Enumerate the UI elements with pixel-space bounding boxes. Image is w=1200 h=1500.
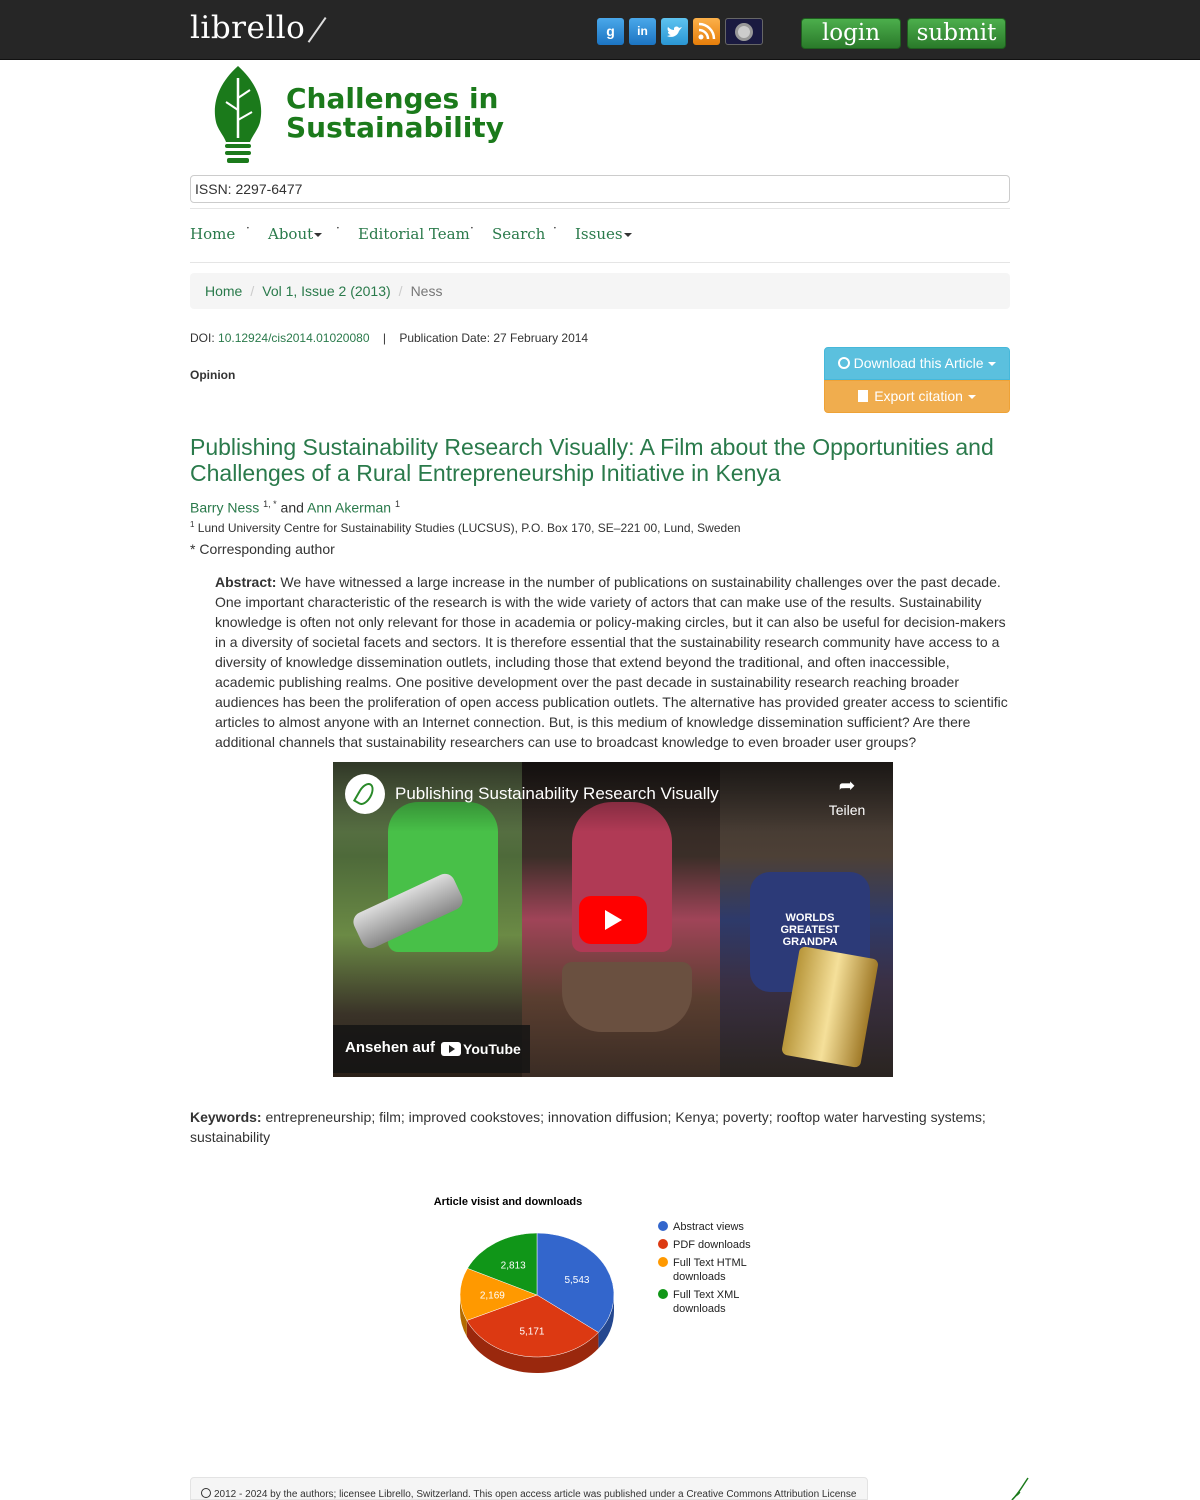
breadcrumb-home[interactable]: Home <box>205 283 242 299</box>
nav-search[interactable]: Search <box>492 225 545 243</box>
abstract: Abstract: We have witnessed a large incr… <box>215 572 1010 752</box>
nav-home[interactable]: Home <box>190 225 235 243</box>
channel-avatar[interactable] <box>345 774 385 814</box>
author-superscript: 1, * <box>263 499 277 509</box>
watch-on-youtube-button[interactable]: Ansehen auf YouTube <box>333 1025 530 1073</box>
play-icon <box>605 910 622 930</box>
breadcrumb-separator: / <box>398 283 403 299</box>
nav-editorial-team[interactable]: Editorial Team <box>358 225 470 243</box>
video-figure <box>562 962 692 1032</box>
pie-value-label: 2,813 <box>501 1261 526 1272</box>
rss-icon[interactable] <box>693 18 720 45</box>
share-label: Teilen <box>828 802 866 818</box>
keywords: Keywords: entrepreneurship; film; improv… <box>190 1107 1010 1147</box>
pie-value-label: 5,171 <box>519 1327 544 1338</box>
download-article-button[interactable]: Download this Article <box>824 347 1010 380</box>
license-footer: 2012 - 2024 by the authors; licensee Lib… <box>190 1477 868 1500</box>
caret-down-icon <box>967 395 976 400</box>
play-button[interactable] <box>579 896 647 944</box>
chart-title: Article visist and downloads <box>434 1196 583 1208</box>
login-button[interactable]: login <box>801 18 901 49</box>
nav-separator: · <box>553 221 557 235</box>
abstract-text: We have witnessed a large increase in th… <box>215 574 1008 750</box>
breadcrumb-separator: / <box>250 283 255 299</box>
author-link[interactable]: Ann Akerman <box>307 500 391 516</box>
caret-down-icon <box>623 233 632 237</box>
legend-label: PDF downloads <box>673 1239 751 1251</box>
affiliation-superscript: 1 <box>190 520 195 529</box>
legend-label: Full Text XML <box>673 1289 739 1301</box>
youtube-logo-icon: YouTube <box>441 1041 521 1057</box>
download-icon <box>837 357 850 369</box>
share-icon: ➦ <box>838 775 856 797</box>
copyright-icon <box>201 1488 211 1498</box>
legend-marker <box>658 1239 668 1249</box>
abstract-label: Abstract: <box>215 574 277 590</box>
linkedin-icon[interactable]: in <box>629 18 656 45</box>
doi-label: DOI: <box>190 331 215 345</box>
authors: Barry Ness 1, * and Ann Akerman 1 <box>190 499 400 516</box>
youtube-embed[interactable]: WORLDS GREATEST GRANDPA Publishing Susta… <box>333 762 893 1077</box>
submit-button[interactable]: submit <box>907 18 1006 49</box>
legend-label: downloads <box>673 1303 726 1315</box>
export-citation-button[interactable]: Export citation <box>824 380 1010 413</box>
nav-separator: · <box>246 221 250 235</box>
author-superscript: 1 <box>394 499 400 509</box>
divider <box>190 208 1010 209</box>
nav-separator: · <box>336 221 340 235</box>
publication-date: Publication Date: 27 February 2014 <box>399 331 589 345</box>
legend-label: Abstract views <box>673 1221 744 1233</box>
doi-separator: | <box>382 331 386 345</box>
legend-marker <box>658 1289 668 1299</box>
article-type: Opinion <box>190 368 236 382</box>
nav-separator: · <box>470 221 474 235</box>
leaf-icon <box>1011 1477 1029 1500</box>
legend-marker <box>658 1257 668 1267</box>
pie-chart: Article visist and downloads 5,543 5,171 2,… <box>434 1196 751 1373</box>
twitter-icon[interactable] <box>661 18 688 45</box>
archive-icon[interactable] <box>725 18 763 45</box>
video-title[interactable]: Publishing Sustainability Research Visua… <box>395 784 719 804</box>
doi-line: DOI: 10.12924/cis2014.01020080 | Publica… <box>190 331 588 345</box>
corresponding-author-note: * Corresponding author <box>190 541 335 557</box>
breadcrumb: Home / Vol 1, Issue 2 (2013) / Ness <box>190 273 1010 309</box>
breadcrumb-current: Ness <box>410 283 443 299</box>
authors-and: and <box>280 499 304 516</box>
top-bar: librello g in login submit <box>0 0 1200 60</box>
legend-label: Full Text HTML <box>673 1257 747 1269</box>
google-icon[interactable]: g <box>597 18 624 45</box>
shirt-text: WORLDS GREATEST GRANDPA <box>780 912 840 948</box>
nav-about[interactable]: About <box>268 225 323 243</box>
author-link[interactable]: Barry Ness <box>190 500 259 516</box>
lightbulb-leaf-logo[interactable] <box>210 64 266 166</box>
keywords-text: entrepreneurship; film; improved cooksto… <box>190 1109 986 1145</box>
share-button[interactable]: ➦ Teilen <box>825 776 869 818</box>
corresponding-mark: * <box>190 541 196 557</box>
issn-field: ISSN: 2297-6477 <box>190 175 1010 203</box>
librello-logo[interactable]: librello <box>190 10 327 46</box>
divider <box>190 262 1010 263</box>
legend-label: downloads <box>673 1271 726 1283</box>
caret-down-icon <box>988 362 997 367</box>
nav-issues[interactable]: Issues <box>575 225 632 243</box>
caret-down-icon <box>314 233 323 237</box>
pie-value-label: 5,543 <box>564 1275 589 1286</box>
journal-title: Challenges in Sustainability <box>286 82 504 144</box>
keywords-label: Keywords: <box>190 1109 262 1125</box>
legend-marker <box>658 1221 668 1231</box>
pie-value-label: 2,169 <box>480 1291 505 1302</box>
affiliation: 1 Lund University Centre for Sustainabil… <box>190 520 741 535</box>
leaf-icon <box>352 780 378 808</box>
file-icon <box>858 390 869 402</box>
doi-link[interactable]: 10.12924/cis2014.01020080 <box>218 331 369 345</box>
breadcrumb-issue[interactable]: Vol 1, Issue 2 (2013) <box>262 283 390 299</box>
article-title: Publishing Sustainability Research Visua… <box>190 434 994 486</box>
